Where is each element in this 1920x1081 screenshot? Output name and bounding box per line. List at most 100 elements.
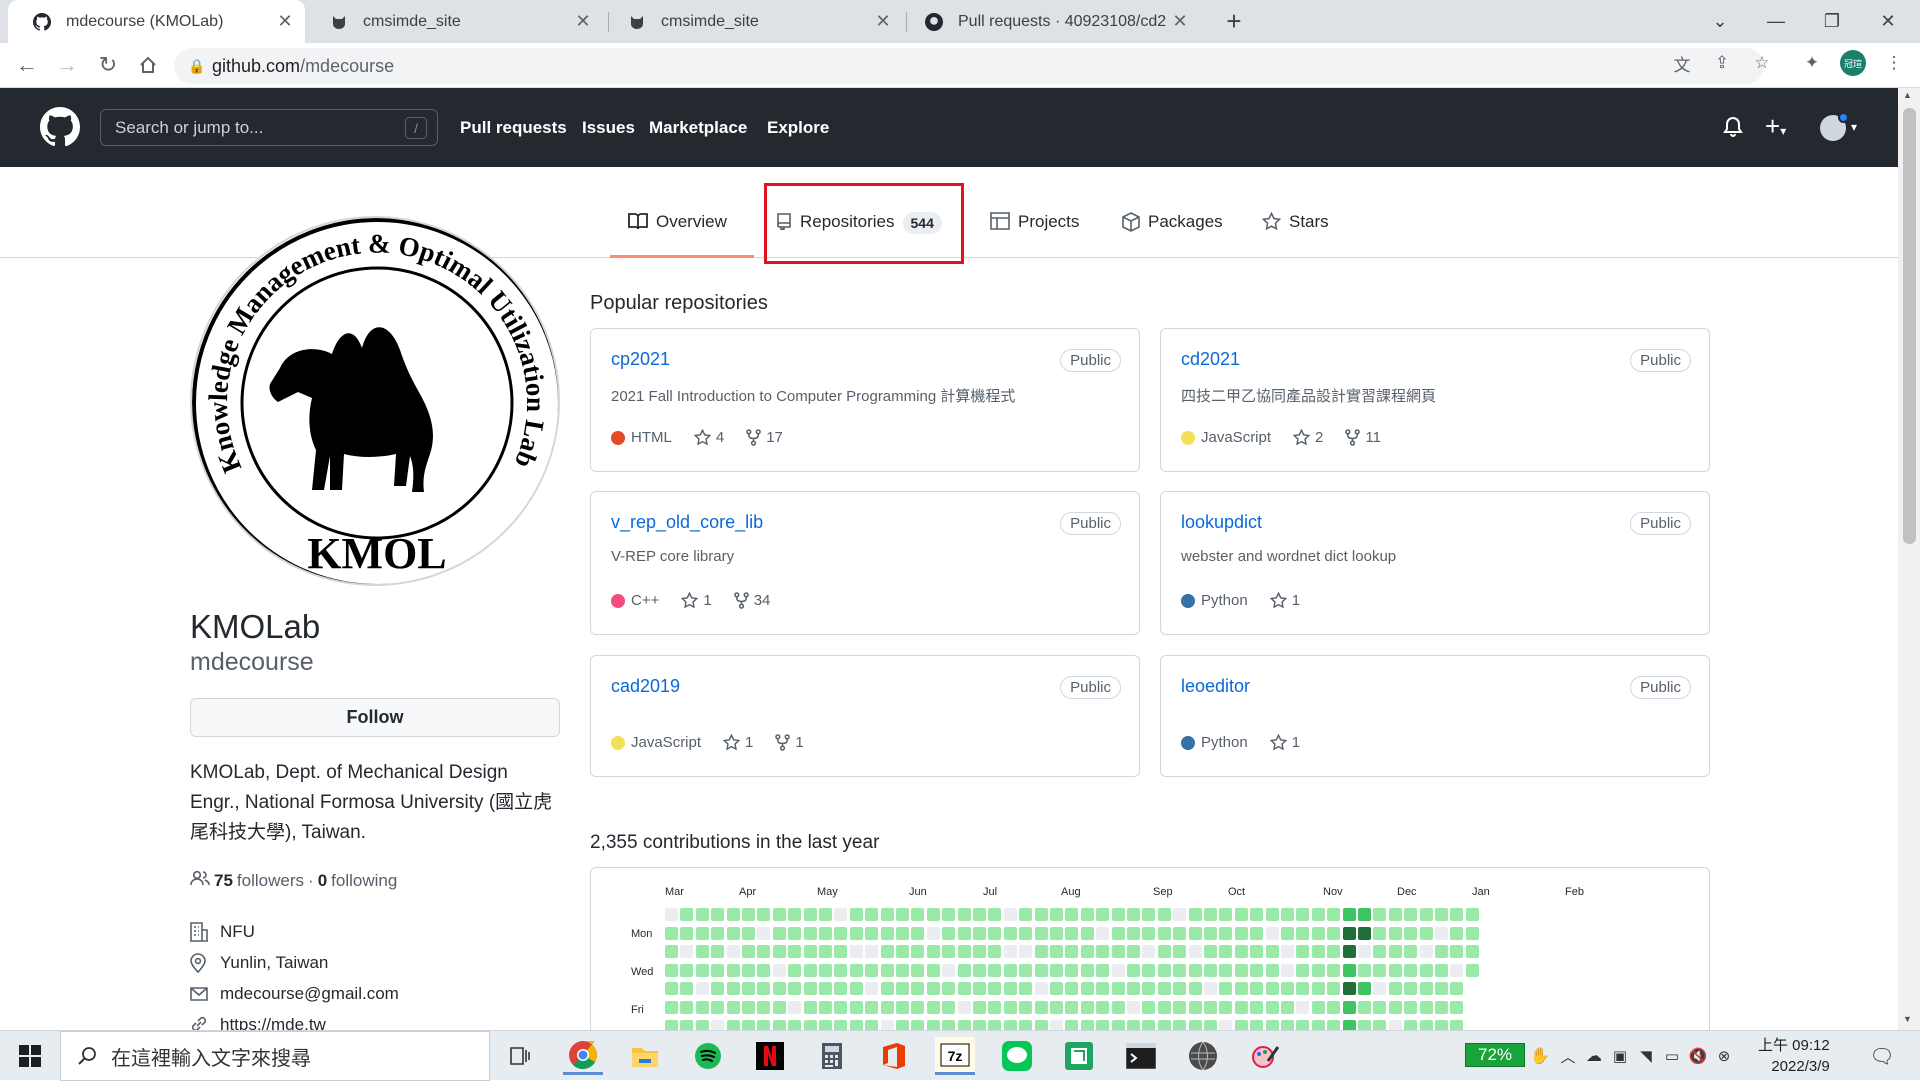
- contribution-cell[interactable]: [1034, 982, 1048, 996]
- contribution-cell[interactable]: [711, 982, 725, 996]
- contribution-cell[interactable]: [1327, 1001, 1341, 1014]
- notification-center-icon[interactable]: 🗨: [1862, 1037, 1902, 1075]
- contribution-cell[interactable]: [880, 908, 894, 921]
- contribution-cell[interactable]: [1342, 1001, 1356, 1014]
- repo-forks[interactable]: 17: [746, 429, 783, 446]
- contribution-cell[interactable]: [803, 963, 817, 977]
- restore-button[interactable]: ❐: [1804, 0, 1860, 43]
- cloud-icon[interactable]: ☁: [1582, 1037, 1606, 1075]
- contribution-cell[interactable]: [865, 926, 879, 940]
- contribution-cell[interactable]: [1127, 908, 1140, 921]
- contribution-cell[interactable]: [880, 963, 894, 977]
- contribution-cell[interactable]: [742, 1001, 755, 1014]
- contribution-cell[interactable]: [1265, 908, 1279, 921]
- minimize-button[interactable]: —: [1748, 0, 1804, 43]
- contribution-cell[interactable]: [1111, 908, 1125, 921]
- contribution-cell[interactable]: [726, 1001, 740, 1014]
- contribution-cell[interactable]: [1311, 908, 1325, 921]
- contribution-cell[interactable]: [726, 963, 740, 977]
- contribution-cell[interactable]: [819, 982, 832, 996]
- email-link[interactable]: mdecourse@gmail.com: [220, 984, 399, 1004]
- contribution-cell[interactable]: [1450, 945, 1464, 959]
- contribution-cell[interactable]: [695, 1001, 709, 1014]
- nav-marketplace[interactable]: Marketplace: [649, 118, 747, 138]
- contribution-cell[interactable]: [988, 982, 1002, 996]
- contribution-cell[interactable]: [1404, 908, 1418, 921]
- contribution-cell[interactable]: [788, 908, 802, 921]
- contribution-cell[interactable]: [1096, 982, 1110, 996]
- contribution-cell[interactable]: [1311, 963, 1325, 977]
- contribution-cell[interactable]: [880, 1001, 894, 1014]
- contribution-cell[interactable]: [1204, 1001, 1217, 1014]
- github-search-input[interactable]: Search or jump to... /: [100, 109, 438, 146]
- contribution-cell[interactable]: [1450, 963, 1464, 977]
- contribution-cell[interactable]: [1173, 982, 1187, 996]
- contribution-cell[interactable]: [849, 908, 863, 921]
- line-app-icon[interactable]: [997, 1037, 1037, 1075]
- contribution-cell[interactable]: [880, 926, 894, 940]
- contribution-cell[interactable]: [1327, 945, 1341, 959]
- contribution-cell[interactable]: [788, 1001, 802, 1014]
- contribution-cell[interactable]: [911, 982, 925, 996]
- more-vert-icon[interactable]: ⋮: [1882, 51, 1906, 75]
- contribution-cell[interactable]: [1003, 1001, 1017, 1014]
- contribution-cell[interactable]: [680, 963, 694, 977]
- contribution-cell[interactable]: [1111, 1001, 1125, 1014]
- browser-tab[interactable]: Pull requests · 40923108/cd202 ✕: [900, 0, 1200, 43]
- contribution-cell[interactable]: [665, 945, 678, 959]
- repo-stars[interactable]: 1: [681, 592, 712, 609]
- contribution-cell[interactable]: [1388, 982, 1402, 996]
- website-link[interactable]: https://mde.tw: [220, 1015, 326, 1030]
- contribution-cell[interactable]: [865, 982, 879, 996]
- wifi-icon[interactable]: ◥: [1634, 1037, 1658, 1075]
- contribution-cell[interactable]: [1388, 963, 1402, 977]
- contribution-cell[interactable]: [1450, 926, 1464, 940]
- contribution-cell[interactable]: [880, 945, 894, 959]
- contribution-cell[interactable]: [1250, 982, 1264, 996]
- contribution-cell[interactable]: [1080, 926, 1094, 940]
- contribution-cell[interactable]: [665, 1001, 678, 1014]
- contribution-cell[interactable]: [1003, 945, 1017, 959]
- contribution-cell[interactable]: [1281, 945, 1294, 959]
- contribution-cell[interactable]: [1265, 926, 1279, 940]
- contribution-cell[interactable]: [1034, 908, 1048, 921]
- contribution-cell[interactable]: [1065, 945, 1079, 959]
- contribution-cell[interactable]: [849, 982, 863, 996]
- contribution-cell[interactable]: [1404, 963, 1418, 977]
- contribution-cell[interactable]: [1435, 982, 1448, 996]
- contribution-cell[interactable]: [988, 926, 1002, 940]
- contribution-cell[interactable]: [1065, 982, 1079, 996]
- contribution-cell[interactable]: [819, 1001, 832, 1014]
- chrome-app-icon[interactable]: [563, 1037, 603, 1075]
- bell-icon[interactable]: [1723, 116, 1743, 143]
- calculator-icon[interactable]: [812, 1037, 852, 1075]
- close-icon[interactable]: ✕: [1166, 11, 1194, 32]
- contribution-cell[interactable]: [772, 982, 786, 996]
- contribution-cell[interactable]: [1296, 982, 1310, 996]
- repo-name-link[interactable]: cad2019: [611, 676, 680, 697]
- contribution-cell[interactable]: [1234, 982, 1248, 996]
- contribution-cell[interactable]: [1358, 1001, 1371, 1014]
- contribution-cell[interactable]: [1373, 908, 1387, 921]
- contribution-cell[interactable]: [1003, 926, 1017, 940]
- contribution-cell[interactable]: [1127, 963, 1140, 977]
- contribution-cell[interactable]: [1050, 908, 1063, 921]
- contribution-cell[interactable]: [1465, 963, 1479, 977]
- close-icon[interactable]: ✕: [569, 11, 597, 32]
- contribution-cell[interactable]: [665, 908, 678, 921]
- contribution-cell[interactable]: [1234, 945, 1248, 959]
- contribution-cell[interactable]: [1435, 1001, 1448, 1014]
- contribution-cell[interactable]: [1080, 945, 1094, 959]
- contribution-cell[interactable]: [1419, 926, 1433, 940]
- contribution-cell[interactable]: [803, 1001, 817, 1014]
- tab-projects[interactable]: Projects: [990, 212, 1079, 258]
- taskbar-clock[interactable]: 上午 09:12 2022/3/9: [1758, 1035, 1830, 1077]
- contribution-cell[interactable]: [1188, 926, 1202, 940]
- contribution-cell[interactable]: [942, 908, 956, 921]
- contribution-cell[interactable]: [911, 926, 925, 940]
- contribution-cell[interactable]: [1373, 1001, 1387, 1014]
- contribution-cell[interactable]: [1388, 926, 1402, 940]
- followers-label[interactable]: followers: [237, 871, 304, 891]
- contribution-cell[interactable]: [1327, 982, 1341, 996]
- contribution-cell[interactable]: [1419, 1001, 1433, 1014]
